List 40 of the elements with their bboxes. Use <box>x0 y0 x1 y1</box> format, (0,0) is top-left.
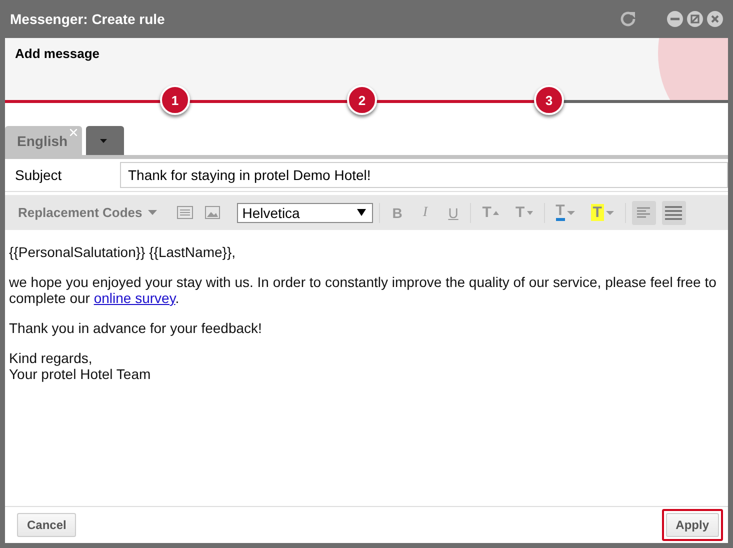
font-select[interactable]: Helvetica <box>237 202 374 222</box>
caret-icon <box>566 210 575 214</box>
subject-field[interactable]: Thank for staying in protel Demo Hotel! <box>120 162 728 188</box>
increase-font-button[interactable]: T <box>477 202 504 223</box>
caret-icon <box>357 209 366 216</box>
message-paragraph: Kind regards, Your protel Hotel Team <box>9 350 152 382</box>
message-paragraph: we hope you enjoyed your stay with us. In order to constantly improve the quality of our service, please feel free to complete our online survey. <box>9 274 718 306</box>
up-triangle-icon <box>493 210 500 214</box>
apply-button[interactable]: Apply <box>666 513 719 537</box>
language-tab[interactable]: English <box>5 126 82 155</box>
justify-icon <box>665 206 682 220</box>
step-number[interactable]: 1 <box>160 85 190 115</box>
section-title: Add message <box>15 46 101 61</box>
bold-button[interactable]: B <box>386 202 408 222</box>
refresh-icon[interactable] <box>619 10 637 28</box>
align-left-icon <box>637 206 650 218</box>
close-icon[interactable] <box>70 129 77 136</box>
close-icon[interactable] <box>707 11 723 27</box>
caret-icon <box>100 138 108 142</box>
caret-icon <box>606 210 614 214</box>
window-title: Messenger: Create rule <box>10 11 166 27</box>
highlight-color-button[interactable]: T <box>586 202 619 223</box>
step-number[interactable]: 2 <box>347 85 377 115</box>
maximize-icon[interactable] <box>687 11 703 27</box>
survey-link[interactable]: online survey <box>94 290 176 306</box>
message-paragraph: Thank you in advance for your feedback! <box>9 320 263 336</box>
italic-button[interactable]: I <box>414 202 436 222</box>
message-paragraph: {{PersonalSalutation}} {{LastName}}, <box>9 244 237 260</box>
underline-button[interactable]: U <box>442 202 464 222</box>
minimize-icon[interactable] <box>667 11 683 27</box>
caret-icon <box>148 210 158 215</box>
step-number[interactable]: 3 <box>534 85 564 115</box>
align-left-button[interactable] <box>632 200 656 224</box>
cancel-button[interactable]: Cancel <box>17 513 76 537</box>
down-triangle-icon <box>526 210 533 214</box>
subject-label: Subject <box>14 167 63 183</box>
decrease-font-button[interactable]: T <box>510 202 538 223</box>
justify-button[interactable] <box>662 200 686 224</box>
text-color-button[interactable]: T <box>550 202 580 223</box>
replacement-codes-menu[interactable]: Replacement Codes <box>13 203 162 222</box>
